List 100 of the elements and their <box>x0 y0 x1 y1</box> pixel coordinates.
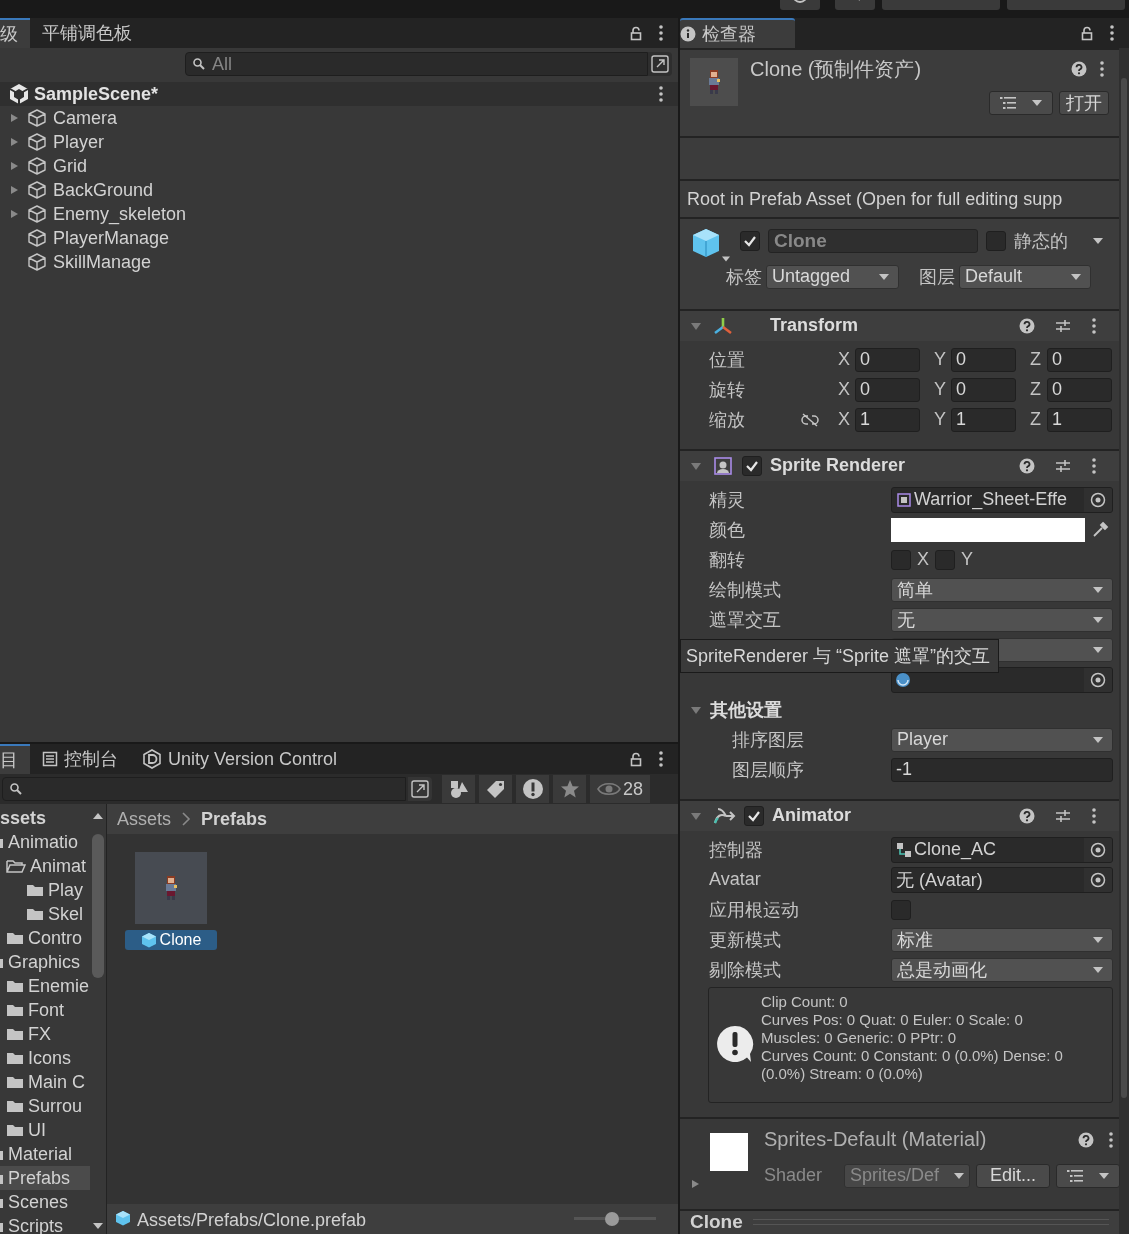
field-label: 绘制模式 <box>709 578 782 602</box>
info-text: Clip Count: 0 Curves Pos: 0 Quat: 0 Euler: 0 Scale: 0 Muscles: 0 Generic: 0 PPtr: 0 Curves Count: 0 Constant: 0 (0.0%) Dense: 0 (0.0%) Stream: 0 (0.0%) <box>761 991 1064 1083</box>
tree-item[interactable]: Material <box>0 1142 90 1166</box>
tree-item[interactable]: SkillManage <box>53 251 152 273</box>
field-label: 精灵 <box>709 488 746 512</box>
axis-label: Y <box>961 549 974 571</box>
axis-label: X <box>838 409 851 431</box>
search-field[interactable]: All <box>185 52 648 76</box>
field-label: Avatar <box>709 869 762 891</box>
tab[interactable]: 平铺调色板 <box>30 18 144 48</box>
tree-item[interactable]: Animatio <box>0 830 90 854</box>
tree-item[interactable]: BackGround <box>53 179 154 201</box>
tab[interactable]: 控制台 <box>30 744 130 774</box>
tree-item[interactable]: Enemy_skeleton <box>53 203 187 225</box>
axis-label: Z <box>1030 379 1042 401</box>
open-button[interactable]: 打开 <box>1059 91 1109 115</box>
field-label: 颜色 <box>709 518 746 542</box>
preview-title: Clone <box>690 1211 743 1234</box>
field-label: Shader <box>764 1165 824 1187</box>
breadcrumb-link[interactable]: Prefabs <box>201 808 268 830</box>
axis-label: Y <box>934 409 947 431</box>
name-field[interactable]: Clone <box>768 228 978 253</box>
field-label: 图层顺序 <box>731 758 805 782</box>
hidden-packages-button[interactable]: 28 <box>590 775 650 803</box>
number-field[interactable]: 0 <box>1047 347 1112 372</box>
tree-item[interactable]: Player <box>53 131 105 153</box>
breadcrumb-link[interactable]: Assets <box>117 808 172 830</box>
dropdown[interactable]: Player <box>891 727 1113 752</box>
dropdown[interactable]: 总是动画化 <box>891 957 1113 982</box>
field-label: 静态的 <box>1014 229 1068 253</box>
tree-item[interactable]: FX <box>0 1022 90 1046</box>
field-label: 更新模式 <box>709 928 782 952</box>
field-label: 剔除模式 <box>709 958 782 982</box>
tree-item[interactable]: ssets <box>0 806 90 830</box>
number-field[interactable]: -1 <box>891 757 1113 782</box>
field-label: 缩放 <box>709 408 746 432</box>
object-field[interactable]: 无 (Avatar) <box>891 866 1113 893</box>
tree-item[interactable]: Scenes <box>0 1190 90 1214</box>
axis-label: X <box>838 349 851 371</box>
number-field[interactable]: 1 <box>1047 407 1112 432</box>
field-label: 应用根运动 <box>709 898 800 922</box>
material-title: Sprites-Default (Material) <box>764 1128 987 1152</box>
object-field[interactable]: Warrior_Sheet-Effe <box>891 486 1113 513</box>
tree-item[interactable]: Graphics <box>0 950 90 974</box>
tab[interactable]: 目 <box>0 744 30 774</box>
asset-label[interactable]: Clone <box>124 930 218 950</box>
tree-item[interactable]: Contro <box>0 926 90 950</box>
number-field[interactable]: 0 <box>951 377 1016 402</box>
component-header[interactable]: Animator <box>680 800 1119 831</box>
tree-item[interactable]: Skel <box>0 902 90 926</box>
tag-dropdown[interactable]: Untagged <box>766 264 899 289</box>
tree-item[interactable]: Camera <box>53 107 118 129</box>
tree-item[interactable]: PlayerManage <box>53 227 170 249</box>
field-label: 控制器 <box>709 838 764 862</box>
number-field[interactable]: 0 <box>855 347 920 372</box>
tree-item[interactable]: Prefabs <box>0 1166 90 1190</box>
tab[interactable]: 级 <box>0 18 30 48</box>
tree-item[interactable]: Icons <box>0 1046 90 1070</box>
number-field[interactable]: 0 <box>855 377 920 402</box>
section-label[interactable]: 其他设置 <box>710 697 782 722</box>
tree-item[interactable]: Animat <box>0 854 90 878</box>
field-label: 遮罩交互 <box>709 608 782 632</box>
object-field[interactable]: Clone_AC <box>891 836 1113 863</box>
tree-item[interactable]: Surrou <box>0 1094 90 1118</box>
inspector-title: Clone (预制件资产) <box>750 56 922 82</box>
number-field[interactable]: 1 <box>855 407 920 432</box>
layer-dropdown[interactable]: Default <box>959 264 1091 289</box>
tree-item[interactable]: Font <box>0 998 90 1022</box>
tree-item[interactable]: Grid <box>53 155 87 177</box>
tree-item[interactable]: UI <box>0 1118 90 1142</box>
axis-label: Z <box>1030 349 1042 371</box>
dropdown[interactable]: 标准 <box>891 927 1113 952</box>
axis-label: Z <box>1030 409 1042 431</box>
component-header[interactable]: Sprite Renderer <box>680 450 1119 481</box>
axis-label: Y <box>934 379 947 401</box>
field-label: 图层 <box>919 265 955 289</box>
component-title: Transform <box>770 315 859 337</box>
tab[interactable]: 检查器 <box>680 18 795 48</box>
component-header[interactable]: Transform <box>680 310 1119 341</box>
number-field[interactable]: 0 <box>951 347 1016 372</box>
component-title: Animator <box>772 805 851 827</box>
tooltip: SpriteRenderer 与 “Sprite 遮罩”的交互 <box>680 638 1000 673</box>
tree-item[interactable]: Play <box>0 878 90 902</box>
dropdown[interactable]: 无 <box>891 607 1113 632</box>
asset-path: Assets/Prefabs/Clone.prefab <box>137 1210 367 1231</box>
field-label: 排序图层 <box>731 728 805 752</box>
tab[interactable]: Unity Version Control <box>130 744 350 774</box>
tree-item[interactable]: Enemie <box>0 974 90 998</box>
field-label: 旋转 <box>709 378 746 402</box>
axis-label: X <box>838 379 851 401</box>
number-field[interactable]: 0 <box>1047 377 1112 402</box>
field-label: 标签 <box>726 265 762 289</box>
notice-text: Root in Prefab Asset (Open for full editing supp <box>680 180 1119 219</box>
tree-item[interactable]: Main C <box>0 1070 90 1094</box>
number-field[interactable]: 1 <box>951 407 1016 432</box>
edit-button[interactable]: Edit... <box>976 1163 1050 1188</box>
dropdown[interactable]: 简单 <box>891 577 1113 602</box>
field-label: 翻转 <box>709 548 746 572</box>
scene-name: SampleScene* <box>34 83 159 105</box>
component-title: Sprite Renderer <box>770 455 906 477</box>
